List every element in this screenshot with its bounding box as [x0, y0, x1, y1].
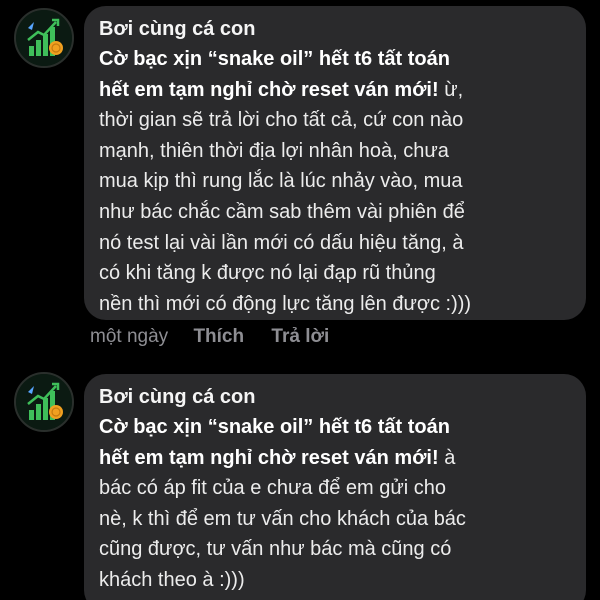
comment-line-text: khách theo à :))) — [99, 568, 245, 591]
comment-line: Cờ bạc xịn “snake oil” hết t6 tất toán — [99, 44, 576, 75]
comment-line: nền thì mới có động lực tăng lên được :)… — [99, 289, 576, 320]
comment-line: nè, k thì để em tư vấn cho khách của bác — [99, 504, 576, 535]
comment-line: như bác chắc cầm sab thêm vài phiên để — [99, 197, 576, 228]
comment-bold-text: Cờ bạc xịn “snake oil” hết t6 tất toán — [99, 416, 450, 438]
comment-line-text: mua kịp thì rung lắc là lúc nhảy vào, mu… — [99, 170, 463, 193]
comment-line-text: nền thì mới có động lực tăng lên được :)… — [99, 292, 472, 315]
comment-author[interactable]: Bơi cùng cá con — [99, 382, 576, 412]
comment-line-text: à — [438, 446, 456, 469]
avatar[interactable] — [14, 8, 74, 68]
comment-bubble: Bơi cùng cá con Cờ bạc xịn “snake oil” h… — [84, 6, 586, 320]
comment: Bơi cùng cá con Cờ bạc xịn “snake oil” h… — [0, 0, 600, 360]
comment-line-text: mạnh, thiên thời địa lợi nhân hoà, chưa — [99, 139, 449, 162]
comment-line-text: thời gian sẽ trả lời cho tất cả, cứ con … — [99, 109, 464, 132]
comment-line-text: có khi tăng k được nó lại đạp rũ thủng — [99, 262, 436, 285]
comment-bubble: Bơi cùng cá con Cờ bạc xịn “snake oil” h… — [84, 374, 586, 600]
comment-actions: một ngày Thích Trả lời — [90, 322, 329, 352]
reply-button[interactable]: Trả lời — [271, 326, 329, 347]
comment-line: Cờ bạc xịn “snake oil” hết t6 tất toán — [99, 412, 576, 443]
comment-line-text: ừ, — [438, 78, 464, 101]
comment-line: mạnh, thiên thời địa lợi nhân hoà, chưa — [99, 136, 576, 167]
comment: Bơi cùng cá con Cờ bạc xịn “snake oil” h… — [0, 360, 600, 600]
comment-author[interactable]: Bơi cùng cá con — [99, 14, 576, 44]
stock-growth-avatar-icon — [16, 374, 72, 430]
comment-line: mua kịp thì rung lắc là lúc nhảy vào, mu… — [99, 166, 576, 197]
comment-text: Cờ bạc xịn “snake oil” hết t6 tất toán h… — [99, 44, 576, 319]
comment-bold-text: Cờ bạc xịn “snake oil” hết t6 tất toán — [99, 48, 450, 70]
comment-line: bác có áp fit của e chưa để em gửi cho — [99, 473, 576, 504]
comment-bold-text: hết em tạm nghỉ chờ reset ván mới! — [99, 78, 439, 101]
comment-text: Cờ bạc xịn “snake oil” hết t6 tất toán h… — [99, 412, 576, 596]
comment-thread: Bơi cùng cá con Cờ bạc xịn “snake oil” h… — [0, 0, 600, 600]
comment-line: cũng được, tư vấn như bác mà cũng có — [99, 534, 576, 565]
comment-timestamp: một ngày — [90, 326, 169, 347]
comment-line: có khi tăng k được nó lại đạp rũ thủng — [99, 258, 576, 289]
comment-line: khách theo à :))) — [99, 565, 576, 596]
comment-line: thời gian sẽ trả lời cho tất cả, cứ con … — [99, 105, 576, 136]
comment-line-text: nó test lại vài lần mới có dấu hiệu tăng… — [99, 231, 464, 254]
comment-line-text: bác có áp fit của e chưa để em gửi cho — [99, 477, 446, 500]
stock-growth-avatar-icon — [16, 10, 72, 66]
comment-line-text: như bác chắc cầm sab thêm vài phiên để — [99, 200, 465, 223]
comment-line: hết em tạm nghỉ chờ reset ván mới! à — [99, 443, 576, 474]
comment-line: nó test lại vài lần mới có dấu hiệu tăng… — [99, 228, 576, 259]
comment-line-text: nè, k thì để em tư vấn cho khách của bác — [99, 507, 466, 530]
comment-bold-text: hết em tạm nghỉ chờ reset ván mới! — [99, 446, 439, 469]
avatar[interactable] — [14, 372, 74, 432]
like-button[interactable]: Thích — [193, 326, 244, 347]
comment-line-text: cũng được, tư vấn như bác mà cũng có — [99, 538, 452, 561]
comment-line: hết em tạm nghỉ chờ reset ván mới! ừ, — [99, 75, 576, 106]
